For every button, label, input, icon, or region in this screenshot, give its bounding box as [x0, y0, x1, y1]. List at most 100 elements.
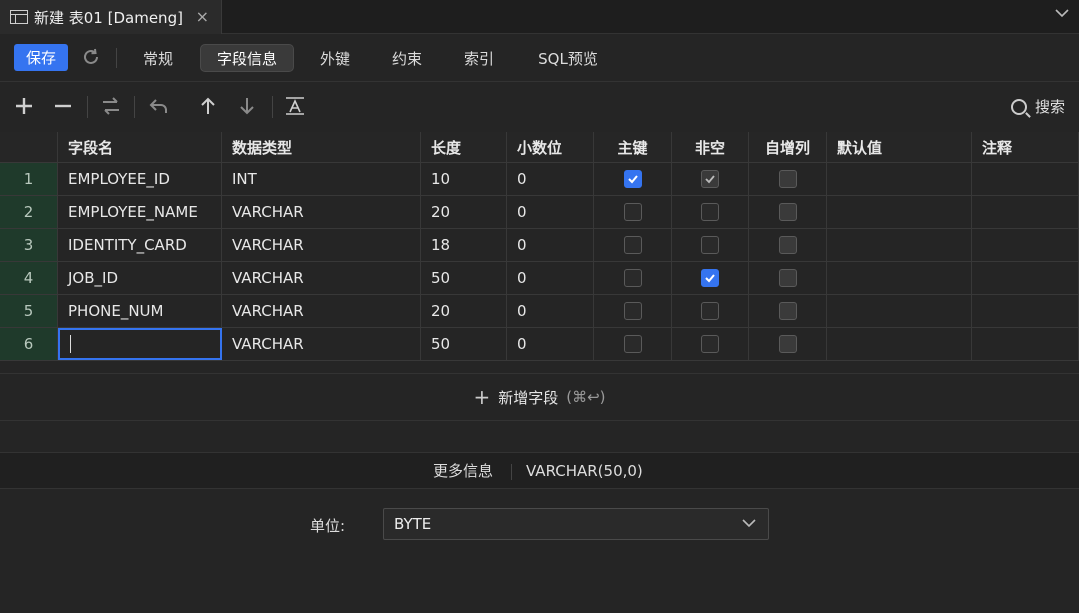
undo-icon[interactable]: [147, 94, 171, 118]
column-header[interactable]: 非空: [672, 132, 749, 162]
column-header[interactable]: 自增列: [749, 132, 827, 162]
comment-cell[interactable]: [972, 163, 1079, 195]
data-type-cell[interactable]: VARCHAR: [222, 328, 421, 360]
length-cell[interactable]: 20: [421, 196, 507, 228]
auto-increment-checkbox[interactable]: [778, 236, 797, 254]
auto-increment-checkbox[interactable]: [778, 269, 797, 287]
row-number[interactable]: 3: [0, 229, 58, 261]
scale-cell[interactable]: 0: [507, 328, 594, 360]
length-cell[interactable]: 20: [421, 295, 507, 327]
scale-cell[interactable]: 0: [507, 295, 594, 327]
row-number[interactable]: 5: [0, 295, 58, 327]
search-button[interactable]: 搜索: [1010, 96, 1065, 117]
tab-sql-preview[interactable]: SQL预览: [525, 44, 611, 72]
scale-cell[interactable]: 0: [507, 163, 594, 195]
auto-increment-checkbox[interactable]: [778, 302, 797, 320]
not-null-checkbox-cell: [672, 295, 749, 327]
more-info-label[interactable]: 更多信息: [433, 460, 493, 481]
field-name-cell[interactable]: JOB_ID: [58, 262, 222, 294]
comment-cell[interactable]: [972, 229, 1079, 261]
primary-key-checkbox[interactable]: [623, 203, 642, 221]
field-name-cell[interactable]: [58, 328, 222, 360]
not-null-checkbox-cell: [672, 196, 749, 228]
shortcut-hint: (⌘↩): [566, 388, 606, 406]
data-type-cell[interactable]: VARCHAR: [222, 196, 421, 228]
close-icon[interactable]: ×: [196, 7, 209, 26]
unit-select[interactable]: BYTE: [383, 508, 769, 540]
swap-icon[interactable]: [99, 94, 123, 118]
comment-cell[interactable]: [972, 328, 1079, 360]
save-button[interactable]: 保存: [14, 44, 68, 71]
column-header[interactable]: 字段名: [58, 132, 222, 162]
auto-increment-checkbox[interactable]: [778, 203, 797, 221]
not-null-checkbox[interactable]: [701, 170, 719, 188]
scale-cell[interactable]: 0: [507, 229, 594, 261]
tab-new-table[interactable]: 新建 表01 [Dameng] ×: [0, 0, 222, 34]
data-type-cell[interactable]: VARCHAR: [222, 262, 421, 294]
comment-cell[interactable]: [972, 262, 1079, 294]
row-number[interactable]: 2: [0, 196, 58, 228]
tab-index[interactable]: 索引: [450, 44, 508, 72]
field-name-cell[interactable]: EMPLOYEE_ID: [58, 163, 222, 195]
default-value-cell[interactable]: [827, 262, 972, 294]
primary-key-checkbox[interactable]: [623, 170, 642, 188]
not-null-checkbox[interactable]: [701, 302, 719, 320]
default-value-cell[interactable]: [827, 196, 972, 228]
length-cell[interactable]: 10: [421, 163, 507, 195]
unit-value: BYTE: [394, 515, 432, 533]
field-name-cell[interactable]: EMPLOYEE_NAME: [58, 196, 222, 228]
default-value-cell[interactable]: [827, 163, 972, 195]
scale-cell[interactable]: 0: [507, 262, 594, 294]
not-null-checkbox[interactable]: [701, 236, 719, 254]
data-type-cell[interactable]: VARCHAR: [222, 295, 421, 327]
row-number[interactable]: 1: [0, 163, 58, 195]
comment-cell[interactable]: [972, 295, 1079, 327]
column-header[interactable]: 注释: [972, 132, 1079, 162]
not-null-checkbox[interactable]: [701, 335, 719, 353]
data-type-cell[interactable]: INT: [222, 163, 421, 195]
auto-increment-checkbox[interactable]: [778, 335, 797, 353]
length-cell[interactable]: 50: [421, 328, 507, 360]
arrow-up-icon[interactable]: [196, 94, 220, 118]
chevron-down-icon[interactable]: [1055, 6, 1069, 22]
search-icon: [1010, 98, 1027, 115]
length-cell[interactable]: 18: [421, 229, 507, 261]
minus-icon[interactable]: [51, 94, 75, 118]
table-row: 3 IDENTITY_CARD VARCHAR 18 0: [0, 229, 1079, 262]
default-value-cell[interactable]: [827, 328, 972, 360]
field-name-cell[interactable]: IDENTITY_CARD: [58, 229, 222, 261]
row-number[interactable]: 4: [0, 262, 58, 294]
default-value-cell[interactable]: [827, 229, 972, 261]
row-number[interactable]: 6: [0, 328, 58, 360]
primary-key-checkbox[interactable]: [623, 269, 642, 287]
default-value-cell[interactable]: [827, 295, 972, 327]
tab-constraints[interactable]: 约束: [378, 44, 436, 72]
auto-increment-checkbox[interactable]: [778, 170, 797, 188]
tab-field-info[interactable]: 字段信息: [200, 44, 294, 72]
not-null-checkbox[interactable]: [701, 269, 719, 287]
primary-key-checkbox[interactable]: [623, 302, 642, 320]
arrow-down-icon[interactable]: [235, 94, 259, 118]
table-row: 4 JOB_ID VARCHAR 50 0: [0, 262, 1079, 295]
column-header[interactable]: 长度: [421, 132, 507, 162]
divider: [272, 96, 273, 118]
scale-cell[interactable]: 0: [507, 196, 594, 228]
primary-key-checkbox[interactable]: [623, 335, 642, 353]
tab-foreign-key[interactable]: 外键: [306, 44, 364, 72]
column-header[interactable]: 主键: [594, 132, 672, 162]
plus-icon[interactable]: [12, 94, 36, 118]
length-cell[interactable]: 50: [421, 262, 507, 294]
tab-general[interactable]: 常规: [130, 44, 186, 72]
primary-key-checkbox[interactable]: [623, 236, 642, 254]
column-header[interactable]: 小数位: [507, 132, 594, 162]
primary-key-checkbox-cell: [594, 328, 672, 360]
refresh-icon[interactable]: [81, 47, 101, 67]
column-header[interactable]: 数据类型: [222, 132, 421, 162]
text-format-icon[interactable]: [283, 94, 307, 118]
field-name-cell[interactable]: PHONE_NUM: [58, 295, 222, 327]
not-null-checkbox[interactable]: [701, 203, 719, 221]
add-field-button[interactable]: + 新增字段 (⌘↩): [0, 373, 1079, 421]
data-type-cell[interactable]: VARCHAR: [222, 229, 421, 261]
comment-cell[interactable]: [972, 196, 1079, 228]
column-header[interactable]: 默认值: [827, 132, 972, 162]
